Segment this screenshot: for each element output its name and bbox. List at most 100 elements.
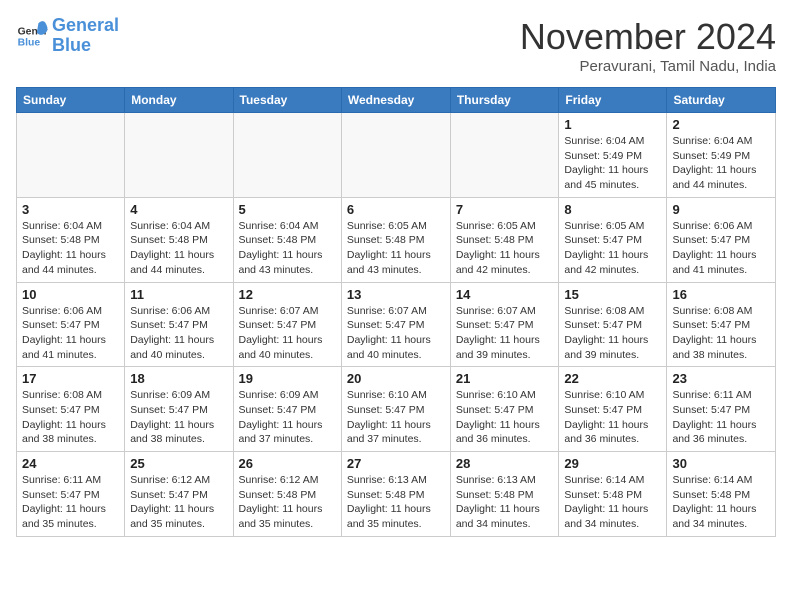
calendar-cell: 27 Sunrise: 6:13 AM Sunset: 5:48 PM Dayli… xyxy=(341,452,450,537)
day-number: 30 xyxy=(672,456,770,471)
day-number: 7 xyxy=(456,202,554,217)
weekday-header: Wednesday xyxy=(341,88,450,113)
calendar-cell: 18 Sunrise: 6:09 AM Sunset: 5:47 PM Dayli… xyxy=(125,367,233,452)
day-number: 18 xyxy=(130,371,227,386)
calendar-cell: 1Sunrise: 6:04 AM Sunset: 5:49 PM Daylig… xyxy=(559,113,667,198)
day-info: Sunrise: 6:11 AM Sunset: 5:47 PM Dayligh… xyxy=(22,473,119,532)
day-info: Sunrise: 6:07 AM Sunset: 5:47 PM Dayligh… xyxy=(456,304,554,363)
calendar-cell: 25 Sunrise: 6:12 AM Sunset: 5:47 PM Dayli… xyxy=(125,452,233,537)
day-number: 5 xyxy=(239,202,336,217)
title-block: November 2024 Peravurani, Tamil Nadu, In… xyxy=(520,16,776,75)
location-subtitle: Peravurani, Tamil Nadu, India xyxy=(520,58,776,75)
calendar-cell: 7 Sunrise: 6:05 AM Sunset: 5:48 PM Daylig… xyxy=(450,197,559,282)
day-info: Sunrise: 6:12 AM Sunset: 5:47 PM Dayligh… xyxy=(130,473,227,532)
day-info: Sunrise: 6:08 AM Sunset: 5:47 PM Dayligh… xyxy=(672,304,770,363)
day-number: 16 xyxy=(672,287,770,302)
svg-text:Blue: Blue xyxy=(18,37,41,48)
day-number: 3 xyxy=(22,202,119,217)
day-number: 10 xyxy=(22,287,119,302)
page-header: General Blue General Blue November 2024 … xyxy=(16,16,776,75)
logo: General Blue General Blue xyxy=(16,16,119,56)
calendar-cell: 4 Sunrise: 6:04 AM Sunset: 5:48 PM Daylig… xyxy=(125,197,233,282)
calendar-week-row: 1Sunrise: 6:04 AM Sunset: 5:49 PM Daylig… xyxy=(17,113,776,198)
calendar-cell: 19Sunrise: 6:09 AM Sunset: 5:47 PM Dayli… xyxy=(233,367,341,452)
month-title: November 2024 xyxy=(520,16,776,58)
calendar-cell: 21Sunrise: 6:10 AM Sunset: 5:47 PM Dayli… xyxy=(450,367,559,452)
day-info: Sunrise: 6:10 AM Sunset: 5:47 PM Dayligh… xyxy=(347,388,445,447)
day-number: 25 xyxy=(130,456,227,471)
day-number: 24 xyxy=(22,456,119,471)
weekday-header: Tuesday xyxy=(233,88,341,113)
calendar-cell: 2 Sunrise: 6:04 AM Sunset: 5:49 PM Daylig… xyxy=(667,113,776,198)
day-info: Sunrise: 6:14 AM Sunset: 5:48 PM Dayligh… xyxy=(672,473,770,532)
day-number: 6 xyxy=(347,202,445,217)
day-info: Sunrise: 6:07 AM Sunset: 5:47 PM Dayligh… xyxy=(239,304,336,363)
calendar-cell: 11 Sunrise: 6:06 AM Sunset: 5:47 PM Dayli… xyxy=(125,282,233,367)
day-number: 11 xyxy=(130,287,227,302)
calendar-cell: 3 Sunrise: 6:04 AM Sunset: 5:48 PM Daylig… xyxy=(17,197,125,282)
day-number: 9 xyxy=(672,202,770,217)
day-info: Sunrise: 6:08 AM Sunset: 5:47 PM Dayligh… xyxy=(22,388,119,447)
day-info: Sunrise: 6:06 AM Sunset: 5:47 PM Dayligh… xyxy=(672,219,770,278)
weekday-header-row: SundayMondayTuesdayWednesdayThursdayFrid… xyxy=(17,88,776,113)
calendar-cell: 13Sunrise: 6:07 AM Sunset: 5:47 PM Dayli… xyxy=(341,282,450,367)
day-info: Sunrise: 6:06 AM Sunset: 5:47 PM Dayligh… xyxy=(130,304,227,363)
calendar-cell xyxy=(17,113,125,198)
calendar-cell xyxy=(233,113,341,198)
calendar-cell: 24 Sunrise: 6:11 AM Sunset: 5:47 PM Dayli… xyxy=(17,452,125,537)
day-info: Sunrise: 6:04 AM Sunset: 5:49 PM Dayligh… xyxy=(672,134,770,193)
day-number: 19 xyxy=(239,371,336,386)
day-number: 21 xyxy=(456,371,554,386)
logo-general: General xyxy=(52,16,119,36)
day-info: Sunrise: 6:04 AM Sunset: 5:48 PM Dayligh… xyxy=(22,219,119,278)
calendar-week-row: 10 Sunrise: 6:06 AM Sunset: 5:47 PM Dayli… xyxy=(17,282,776,367)
day-info: Sunrise: 6:05 AM Sunset: 5:48 PM Dayligh… xyxy=(347,219,445,278)
calendar-week-row: 24 Sunrise: 6:11 AM Sunset: 5:47 PM Dayli… xyxy=(17,452,776,537)
day-info: Sunrise: 6:11 AM Sunset: 5:47 PM Dayligh… xyxy=(672,388,770,447)
day-info: Sunrise: 6:13 AM Sunset: 5:48 PM Dayligh… xyxy=(347,473,445,532)
calendar-cell xyxy=(341,113,450,198)
day-number: 26 xyxy=(239,456,336,471)
calendar-cell: 20Sunrise: 6:10 AM Sunset: 5:47 PM Dayli… xyxy=(341,367,450,452)
day-number: 12 xyxy=(239,287,336,302)
logo-blue: Blue xyxy=(52,36,119,56)
day-info: Sunrise: 6:07 AM Sunset: 5:47 PM Dayligh… xyxy=(347,304,445,363)
day-info: Sunrise: 6:10 AM Sunset: 5:47 PM Dayligh… xyxy=(564,388,661,447)
calendar-cell: 12 Sunrise: 6:07 AM Sunset: 5:47 PM Dayli… xyxy=(233,282,341,367)
day-info: Sunrise: 6:05 AM Sunset: 5:48 PM Dayligh… xyxy=(456,219,554,278)
calendar-cell: 5 Sunrise: 6:04 AM Sunset: 5:48 PM Daylig… xyxy=(233,197,341,282)
calendar-cell: 29 Sunrise: 6:14 AM Sunset: 5:48 PM Dayli… xyxy=(559,452,667,537)
day-info: Sunrise: 6:04 AM Sunset: 5:48 PM Dayligh… xyxy=(239,219,336,278)
day-number: 17 xyxy=(22,371,119,386)
day-number: 27 xyxy=(347,456,445,471)
day-number: 22 xyxy=(564,371,661,386)
calendar-table: SundayMondayTuesdayWednesdayThursdayFrid… xyxy=(16,87,776,537)
day-number: 4 xyxy=(130,202,227,217)
calendar-week-row: 3 Sunrise: 6:04 AM Sunset: 5:48 PM Daylig… xyxy=(17,197,776,282)
calendar-week-row: 17 Sunrise: 6:08 AM Sunset: 5:47 PM Dayli… xyxy=(17,367,776,452)
day-number: 29 xyxy=(564,456,661,471)
calendar-cell: 15Sunrise: 6:08 AM Sunset: 5:47 PM Dayli… xyxy=(559,282,667,367)
calendar-cell: 16 Sunrise: 6:08 AM Sunset: 5:47 PM Dayli… xyxy=(667,282,776,367)
day-info: Sunrise: 6:05 AM Sunset: 5:47 PM Dayligh… xyxy=(564,219,661,278)
day-info: Sunrise: 6:04 AM Sunset: 5:49 PM Dayligh… xyxy=(564,134,661,193)
day-info: Sunrise: 6:06 AM Sunset: 5:47 PM Dayligh… xyxy=(22,304,119,363)
day-number: 2 xyxy=(672,117,770,132)
calendar-cell xyxy=(125,113,233,198)
calendar-cell xyxy=(450,113,559,198)
weekday-header: Friday xyxy=(559,88,667,113)
calendar-cell: 22 Sunrise: 6:10 AM Sunset: 5:47 PM Dayli… xyxy=(559,367,667,452)
weekday-header: Monday xyxy=(125,88,233,113)
day-number: 8 xyxy=(564,202,661,217)
calendar-cell: 10 Sunrise: 6:06 AM Sunset: 5:47 PM Dayli… xyxy=(17,282,125,367)
day-number: 23 xyxy=(672,371,770,386)
day-info: Sunrise: 6:12 AM Sunset: 5:48 PM Dayligh… xyxy=(239,473,336,532)
day-info: Sunrise: 6:14 AM Sunset: 5:48 PM Dayligh… xyxy=(564,473,661,532)
calendar-cell: 17 Sunrise: 6:08 AM Sunset: 5:47 PM Dayli… xyxy=(17,367,125,452)
day-number: 28 xyxy=(456,456,554,471)
day-number: 14 xyxy=(456,287,554,302)
calendar-cell: 30 Sunrise: 6:14 AM Sunset: 5:48 PM Dayli… xyxy=(667,452,776,537)
calendar-cell: 9 Sunrise: 6:06 AM Sunset: 5:47 PM Daylig… xyxy=(667,197,776,282)
day-info: Sunrise: 6:09 AM Sunset: 5:47 PM Dayligh… xyxy=(130,388,227,447)
day-info: Sunrise: 6:04 AM Sunset: 5:48 PM Dayligh… xyxy=(130,219,227,278)
